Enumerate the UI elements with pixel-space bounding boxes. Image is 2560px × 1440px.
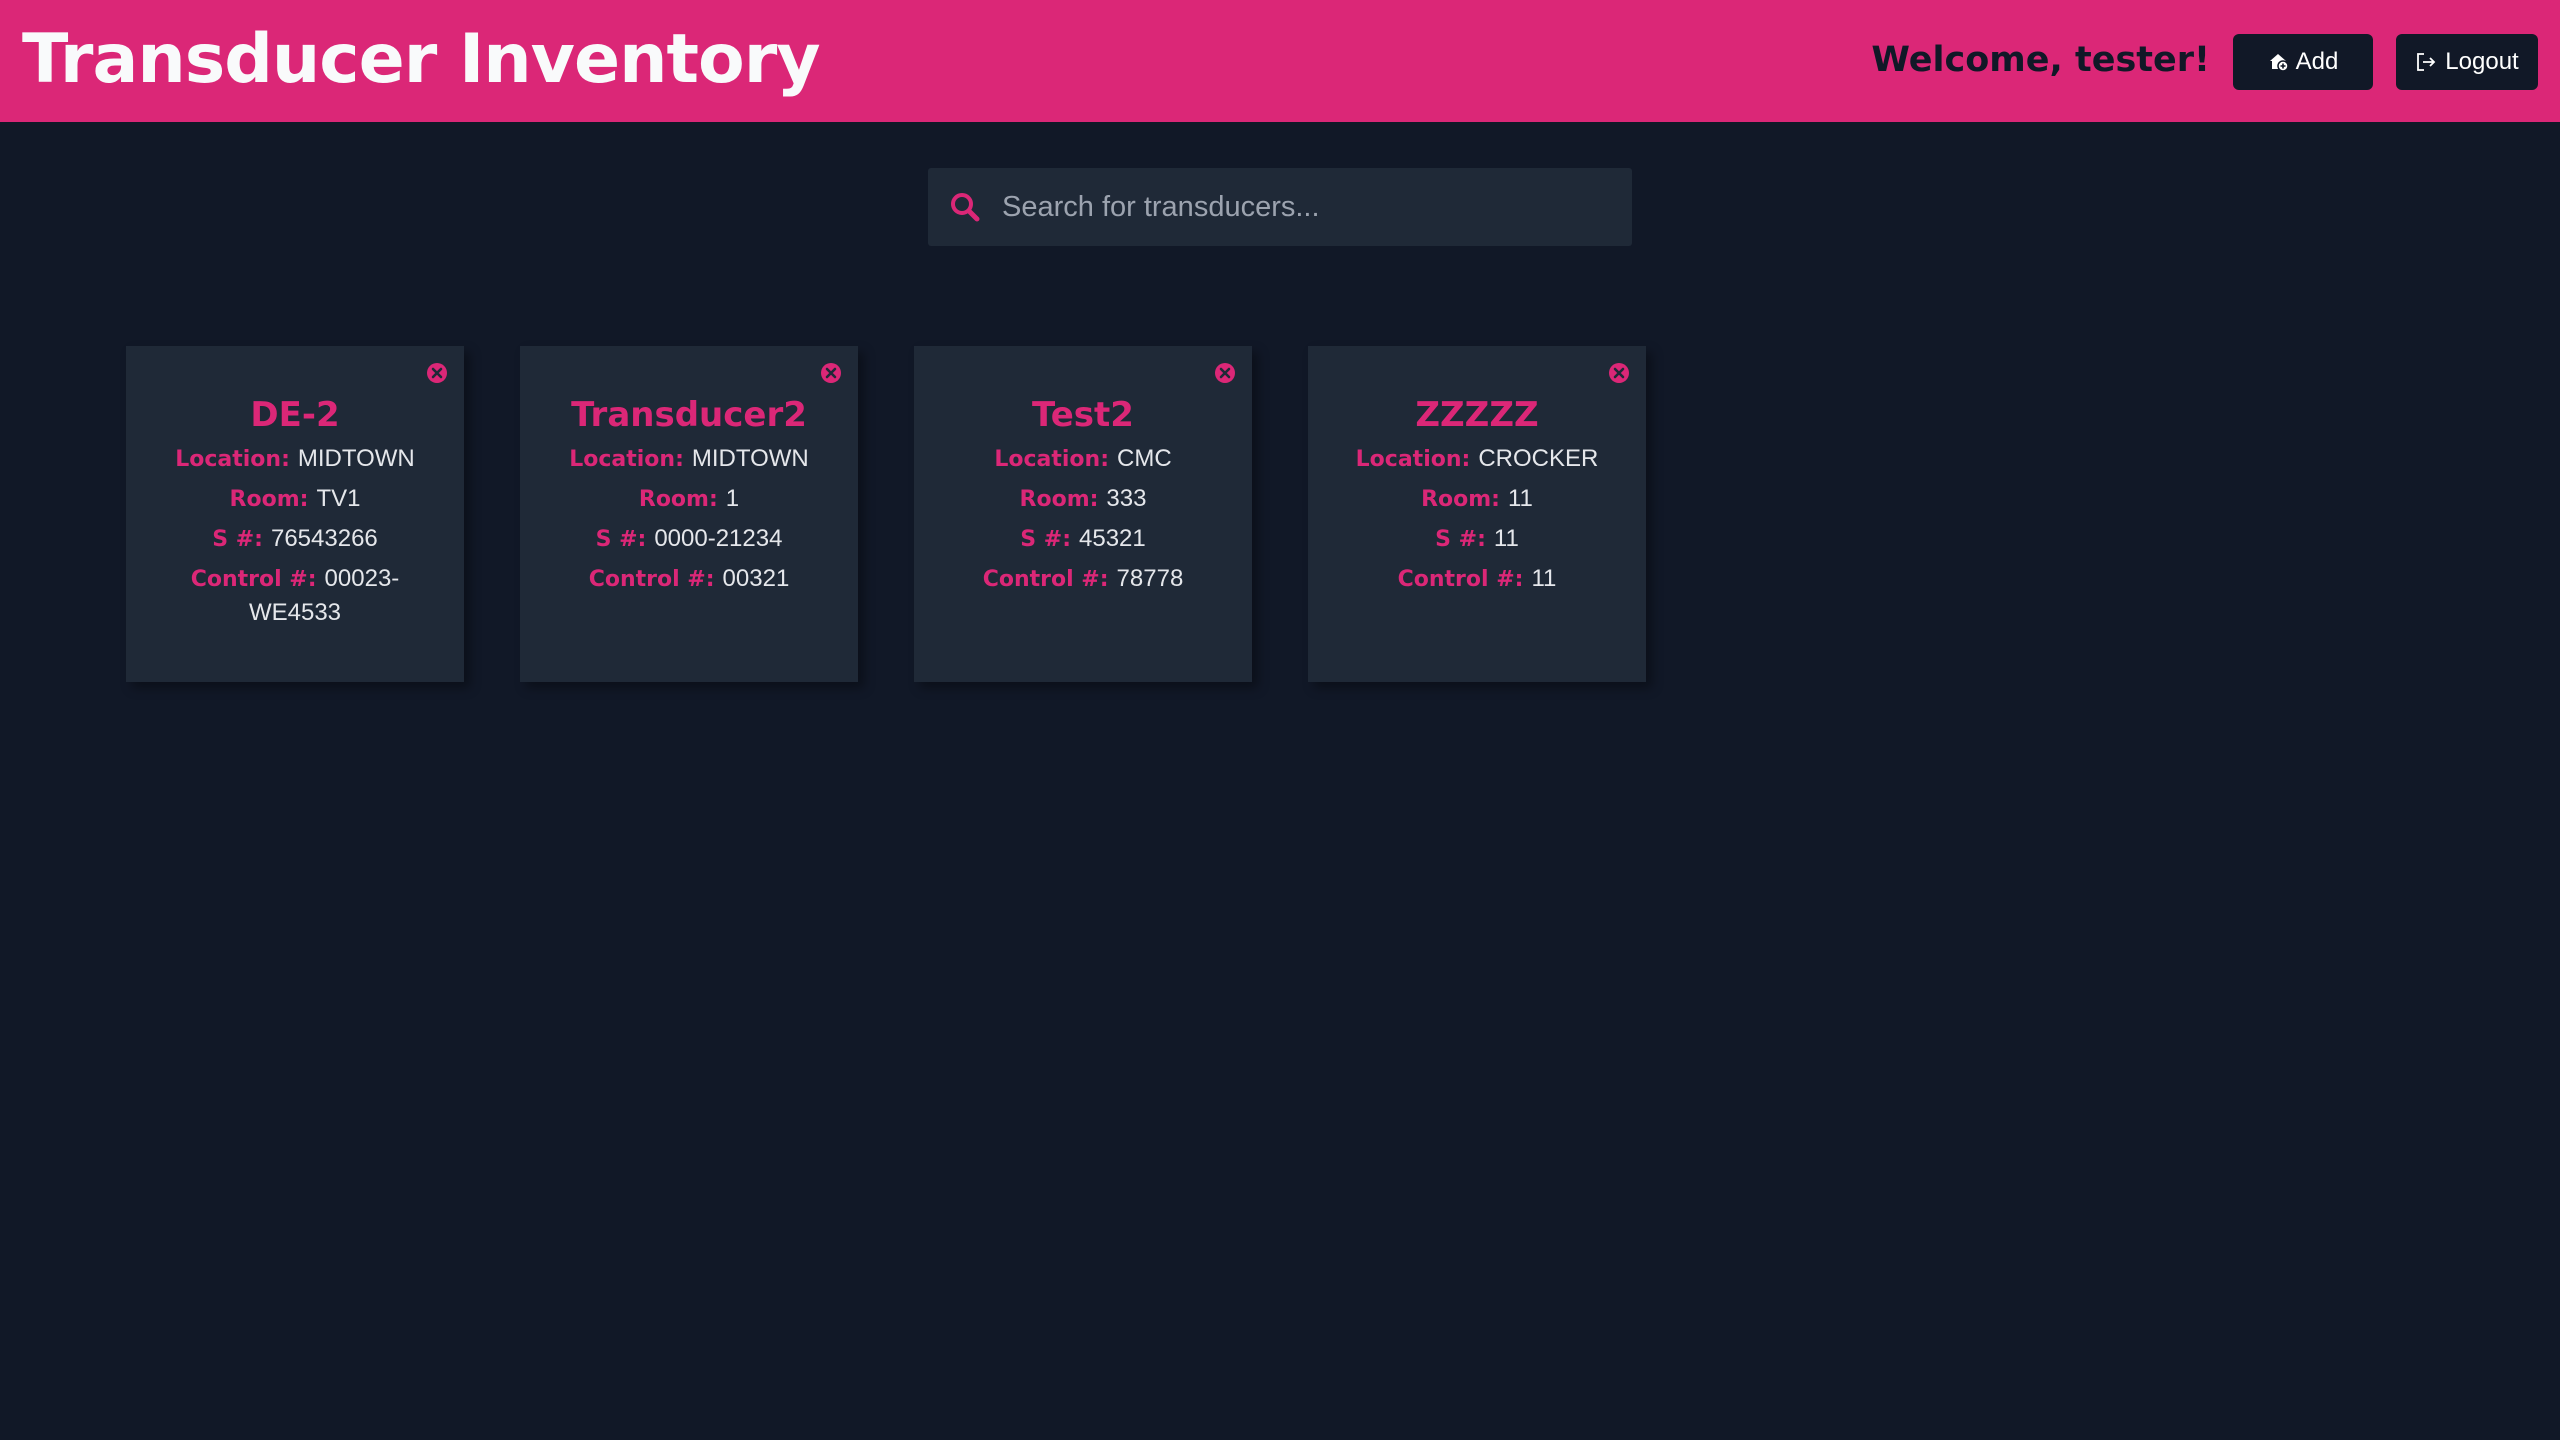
card-serial: S #: 76543266 bbox=[146, 522, 444, 556]
card-room: Room: 11 bbox=[1328, 482, 1626, 516]
card-room: Room: TV1 bbox=[146, 482, 444, 516]
card-control: Control #: 00321 bbox=[540, 562, 838, 596]
control-value: 00321 bbox=[722, 565, 790, 592]
serial-value: 0000-21234 bbox=[654, 525, 783, 552]
control-value: 78778 bbox=[1116, 565, 1184, 592]
location-value: CROCKER bbox=[1478, 445, 1599, 472]
control-label: Control #: bbox=[588, 567, 715, 592]
location-value: MIDTOWN bbox=[691, 445, 809, 472]
app-header: Transducer Inventory Welcome, tester! Ad… bbox=[0, 0, 2560, 122]
card-location: Location: CROCKER bbox=[1328, 442, 1626, 476]
card-control: Control #: 00023-WE4533 bbox=[146, 562, 444, 630]
transducer-card: ZZZZZ Location: CROCKER Room: 11 S #: 11 Co… bbox=[1308, 346, 1646, 682]
room-label: Room: bbox=[1019, 487, 1099, 512]
room-value: 1 bbox=[725, 485, 740, 512]
card-location: Location: CMC bbox=[934, 442, 1232, 476]
delete-card-icon[interactable] bbox=[1214, 362, 1236, 384]
serial-label: S #: bbox=[1020, 527, 1071, 552]
logout-button[interactable]: Logout bbox=[2396, 34, 2538, 90]
location-label: Location: bbox=[569, 447, 684, 472]
logout-button-label: Logout bbox=[2445, 48, 2519, 75]
transducer-card: DE-2 Location: MIDTOWN Room: TV1 S #: 76543… bbox=[126, 346, 464, 682]
serial-label: S #: bbox=[595, 527, 647, 552]
card-location: Location: MIDTOWN bbox=[540, 442, 838, 476]
location-label: Location: bbox=[1355, 447, 1471, 472]
serial-value: 76543266 bbox=[270, 525, 378, 552]
delete-card-icon[interactable] bbox=[426, 362, 448, 384]
room-label: Room: bbox=[1421, 487, 1500, 512]
serial-value: 45321 bbox=[1079, 525, 1146, 552]
room-value: 11 bbox=[1507, 485, 1533, 512]
delete-card-icon[interactable] bbox=[1608, 362, 1630, 384]
control-value: 11 bbox=[1531, 565, 1557, 592]
location-value: MIDTOWN bbox=[297, 445, 415, 472]
card-serial: S #: 0000-21234 bbox=[540, 522, 838, 556]
room-label: Room: bbox=[229, 487, 309, 512]
card-room: Room: 333 bbox=[934, 482, 1232, 516]
card-control: Control #: 11 bbox=[1328, 562, 1626, 596]
delete-card-icon[interactable] bbox=[820, 362, 842, 384]
search-bar bbox=[928, 168, 1632, 246]
logout-icon bbox=[2415, 51, 2437, 73]
serial-value: 11 bbox=[1493, 525, 1519, 552]
room-value: 333 bbox=[1106, 485, 1147, 512]
home-plus-icon bbox=[2268, 52, 2288, 72]
welcome-message: Welcome, tester! bbox=[1871, 40, 2210, 80]
app-title: Transducer Inventory bbox=[22, 20, 821, 99]
search-icon bbox=[948, 190, 982, 224]
location-label: Location: bbox=[175, 447, 290, 472]
location-value: CMC bbox=[1117, 445, 1172, 472]
card-title: DE-2 bbox=[250, 395, 340, 435]
serial-label: S #: bbox=[1435, 527, 1486, 552]
room-value: TV1 bbox=[316, 485, 361, 512]
control-label: Control #: bbox=[190, 567, 317, 592]
card-serial: S #: 45321 bbox=[934, 522, 1232, 556]
card-serial: S #: 11 bbox=[1328, 522, 1626, 556]
card-room: Room: 1 bbox=[540, 482, 838, 516]
search-input[interactable] bbox=[1002, 168, 1612, 246]
card-title: Transducer2 bbox=[571, 395, 807, 435]
add-button[interactable]: Add bbox=[2233, 34, 2373, 90]
serial-label: S #: bbox=[212, 527, 263, 552]
transducer-card: Transducer2 Location: MIDTOWN Room: 1 S #:… bbox=[520, 346, 858, 682]
card-control: Control #: 78778 bbox=[934, 562, 1232, 596]
card-title: Test2 bbox=[1032, 395, 1134, 435]
card-title: ZZZZZ bbox=[1415, 395, 1539, 435]
transducer-card: Test2 Location: CMC Room: 333 S #: 45321 Co… bbox=[914, 346, 1252, 682]
control-label: Control #: bbox=[1397, 567, 1524, 592]
card-location: Location: MIDTOWN bbox=[146, 442, 444, 476]
room-label: Room: bbox=[638, 487, 718, 512]
control-label: Control #: bbox=[982, 567, 1109, 592]
location-label: Location: bbox=[994, 447, 1109, 472]
add-button-label: Add bbox=[2295, 48, 2339, 75]
